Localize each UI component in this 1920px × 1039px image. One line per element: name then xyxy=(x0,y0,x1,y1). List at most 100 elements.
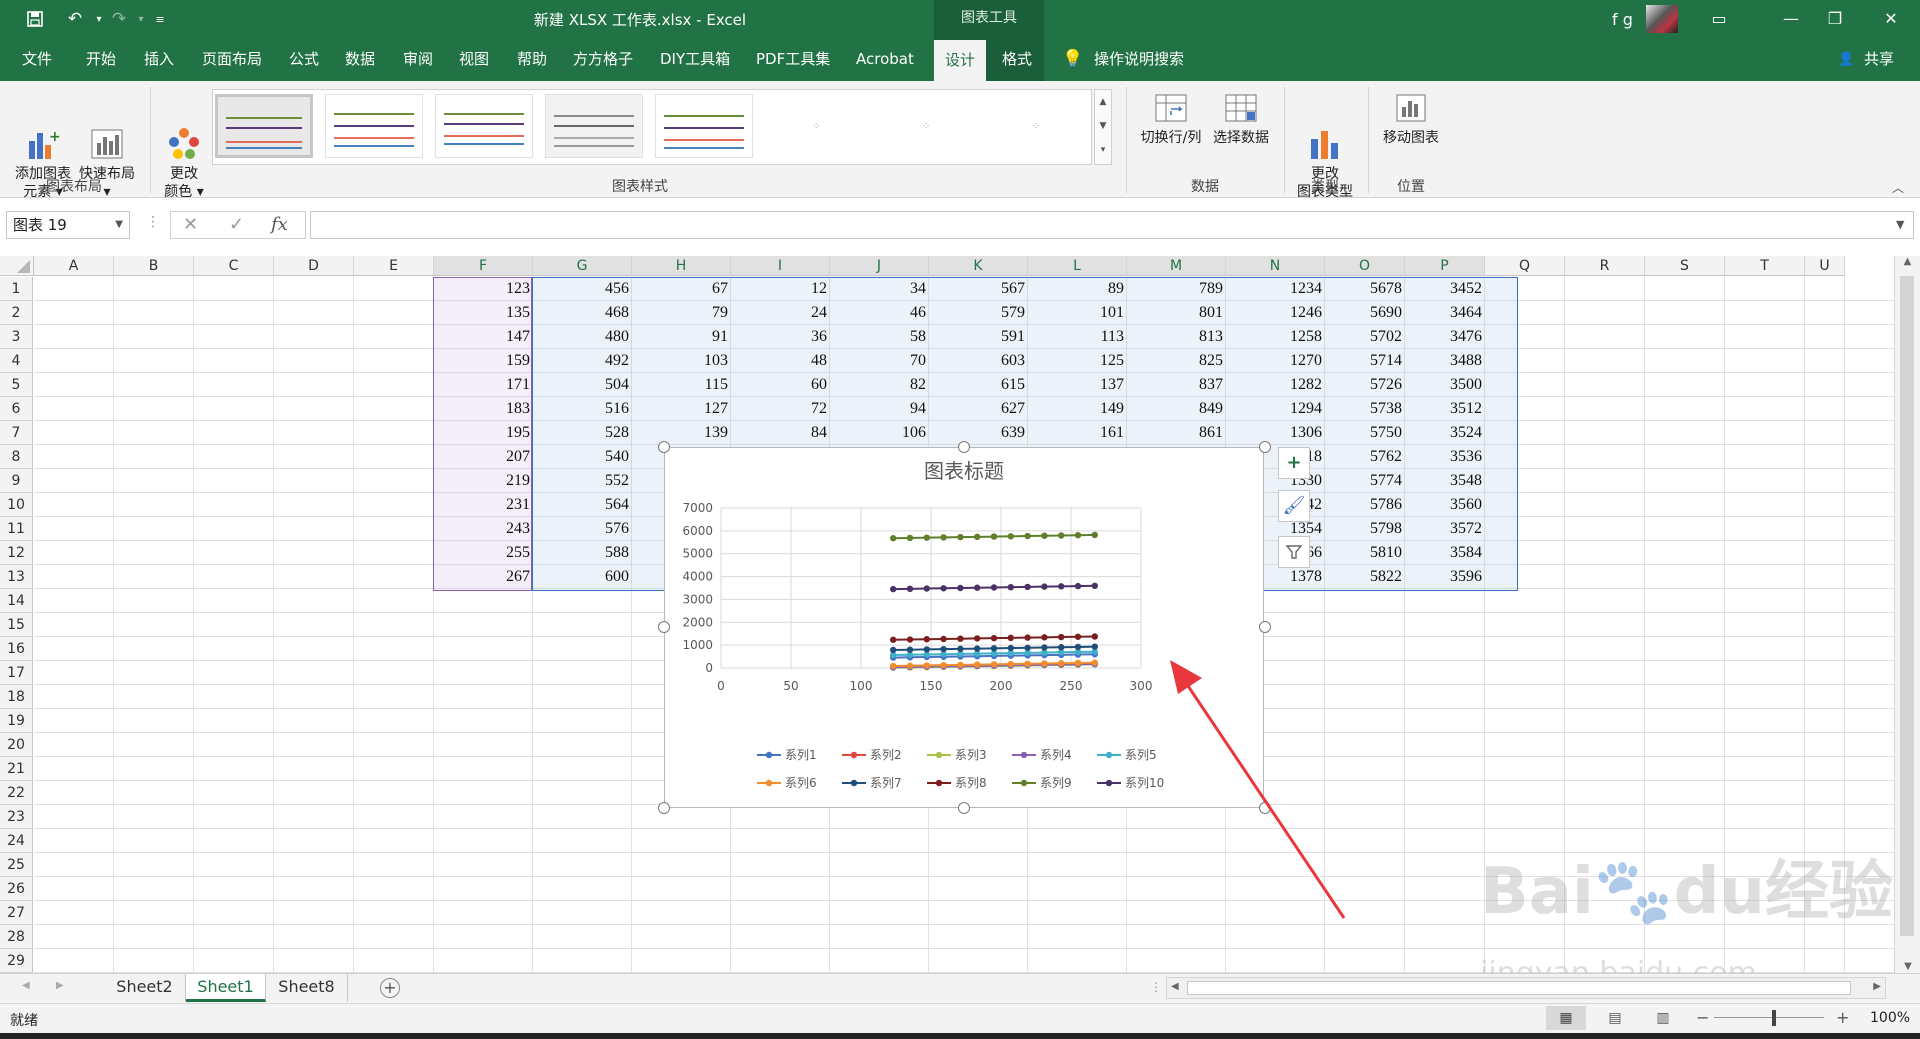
cell-J3[interactable]: 58 xyxy=(830,325,929,349)
cell-I7[interactable]: 84 xyxy=(731,421,830,445)
cell-H6[interactable]: 127 xyxy=(632,397,731,421)
next-sheet-icon[interactable]: ▶ xyxy=(56,980,64,991)
column-header[interactable]: T xyxy=(1725,256,1805,276)
select-all-corner[interactable] xyxy=(0,256,34,276)
tab-file[interactable]: 文件 xyxy=(22,38,52,81)
cell-G12[interactable]: 588 xyxy=(533,541,632,565)
scroll-down-icon[interactable]: ▼ xyxy=(1895,961,1920,972)
cell-G13[interactable]: 600 xyxy=(533,565,632,589)
cell-G3[interactable]: 480 xyxy=(533,325,632,349)
undo-icon[interactable]: ↶ xyxy=(58,0,92,38)
row-header[interactable]: 11 xyxy=(0,517,33,541)
cell-F2[interactable]: 135 xyxy=(434,301,533,325)
cell-N7[interactable]: 1306 xyxy=(1226,421,1325,445)
row-header[interactable]: 22 xyxy=(0,781,33,805)
row-header[interactable]: 26 xyxy=(0,877,33,901)
horizontal-scrollbar[interactable]: ◀ ▶ xyxy=(1166,977,1886,999)
name-box[interactable]: 图表 19 ▼ xyxy=(6,211,130,239)
tab-insert[interactable]: 插入 xyxy=(144,38,174,81)
hscroll-thumb[interactable] xyxy=(1187,981,1851,995)
cell-K2[interactable]: 579 xyxy=(929,301,1028,325)
chart-style-thumbnail-2[interactable] xyxy=(325,94,423,158)
cell-G11[interactable]: 576 xyxy=(533,517,632,541)
close-icon[interactable]: ✕ xyxy=(1868,0,1914,38)
column-header[interactable]: F xyxy=(434,256,533,276)
zoom-slider[interactable] xyxy=(1714,1017,1824,1018)
cell-L6[interactable]: 149 xyxy=(1028,397,1127,421)
cell-G8[interactable]: 540 xyxy=(533,445,632,469)
move-chart-button[interactable]: 移动图表 xyxy=(1376,91,1446,147)
cell-O7[interactable]: 5750 xyxy=(1325,421,1405,445)
cell-G10[interactable]: 564 xyxy=(533,493,632,517)
cell-M2[interactable]: 801 xyxy=(1127,301,1226,325)
row-header[interactable]: 4 xyxy=(0,349,33,373)
cell-J7[interactable]: 106 xyxy=(830,421,929,445)
chart-elements-plus-icon[interactable]: + xyxy=(1278,447,1310,479)
resize-handle[interactable] xyxy=(958,802,970,814)
tab-acrobat[interactable]: Acrobat xyxy=(856,38,914,81)
tab-format[interactable]: 格式 xyxy=(1002,38,1032,81)
chart-style-thumbnail-1[interactable] xyxy=(215,94,313,158)
switch-row-column-button[interactable]: 切换行/列 xyxy=(1136,91,1206,147)
cell-H5[interactable]: 115 xyxy=(632,373,731,397)
cell-F9[interactable]: 219 xyxy=(434,469,533,493)
cell-P8[interactable]: 3536 xyxy=(1405,445,1485,469)
sheet-tab-sheet8[interactable]: Sheet8 xyxy=(266,974,348,1002)
ribbon-display-options-icon[interactable]: ▭ xyxy=(1696,0,1742,38)
cell-F5[interactable]: 171 xyxy=(434,373,533,397)
column-header[interactable]: Q xyxy=(1485,256,1565,276)
sheet-tab-sheet2[interactable]: Sheet2 xyxy=(104,974,186,1002)
formula-input[interactable] xyxy=(310,211,1914,239)
tell-me-search[interactable]: 操作说明搜索 xyxy=(1094,38,1184,81)
cell-M4[interactable]: 825 xyxy=(1127,349,1226,373)
row-header[interactable]: 19 xyxy=(0,709,33,733)
row-header[interactable]: 17 xyxy=(0,661,33,685)
cell-M1[interactable]: 789 xyxy=(1127,277,1226,301)
row-header[interactable]: 14 xyxy=(0,589,33,613)
chart-style-thumbnail-8[interactable]: ⁘ xyxy=(985,94,1083,158)
cell-G2[interactable]: 468 xyxy=(533,301,632,325)
cell-F12[interactable]: 255 xyxy=(434,541,533,565)
row-header[interactable]: 12 xyxy=(0,541,33,565)
save-icon[interactable] xyxy=(20,0,50,38)
cell-K6[interactable]: 627 xyxy=(929,397,1028,421)
cell-P6[interactable]: 3512 xyxy=(1405,397,1485,421)
cell-G7[interactable]: 528 xyxy=(533,421,632,445)
scroll-right-icon[interactable]: ▶ xyxy=(1873,981,1881,992)
cell-P13[interactable]: 3596 xyxy=(1405,565,1485,589)
sheet-tab-sheet1[interactable]: Sheet1 xyxy=(186,974,266,1002)
cell-P5[interactable]: 3500 xyxy=(1405,373,1485,397)
cell-P3[interactable]: 3476 xyxy=(1405,325,1485,349)
chart-style-thumbnail-6[interactable]: ⁘ xyxy=(765,94,863,158)
cell-O13[interactable]: 5822 xyxy=(1325,565,1405,589)
row-header[interactable]: 7 xyxy=(0,421,33,445)
cell-O12[interactable]: 5810 xyxy=(1325,541,1405,565)
cell-P10[interactable]: 3560 xyxy=(1405,493,1485,517)
row-header[interactable]: 3 xyxy=(0,325,33,349)
cell-J5[interactable]: 82 xyxy=(830,373,929,397)
cell-L4[interactable]: 125 xyxy=(1028,349,1127,373)
cell-P1[interactable]: 3452 xyxy=(1405,277,1485,301)
zoom-slider-thumb[interactable] xyxy=(1772,1010,1776,1026)
cell-N2[interactable]: 1246 xyxy=(1226,301,1325,325)
redo-dropdown-icon[interactable]: ▾ xyxy=(134,0,148,38)
expand-formula-icon[interactable]: ▼ xyxy=(1896,218,1904,231)
cell-K1[interactable]: 567 xyxy=(929,277,1028,301)
cell-M3[interactable]: 813 xyxy=(1127,325,1226,349)
row-header[interactable]: 13 xyxy=(0,565,33,589)
cell-N5[interactable]: 1282 xyxy=(1226,373,1325,397)
cell-P11[interactable]: 3572 xyxy=(1405,517,1485,541)
cell-J1[interactable]: 34 xyxy=(830,277,929,301)
change-colors-button[interactable]: 更改 颜色 ▾ xyxy=(160,91,208,201)
cancel-icon[interactable]: ✕ xyxy=(183,214,198,235)
normal-view-icon[interactable]: ▦ xyxy=(1546,1006,1586,1030)
scroll-left-icon[interactable]: ◀ xyxy=(1171,981,1179,992)
tab-page-layout[interactable]: 页面布局 xyxy=(202,38,262,81)
more-sheets-icon[interactable]: ⋮ xyxy=(1150,980,1162,994)
cell-H7[interactable]: 139 xyxy=(632,421,731,445)
cell-F3[interactable]: 147 xyxy=(434,325,533,349)
cell-F11[interactable]: 243 xyxy=(434,517,533,541)
row-header[interactable]: 8 xyxy=(0,445,33,469)
page-layout-view-icon[interactable]: ▤ xyxy=(1600,1006,1630,1030)
redo-icon[interactable]: ↷ xyxy=(104,0,134,38)
